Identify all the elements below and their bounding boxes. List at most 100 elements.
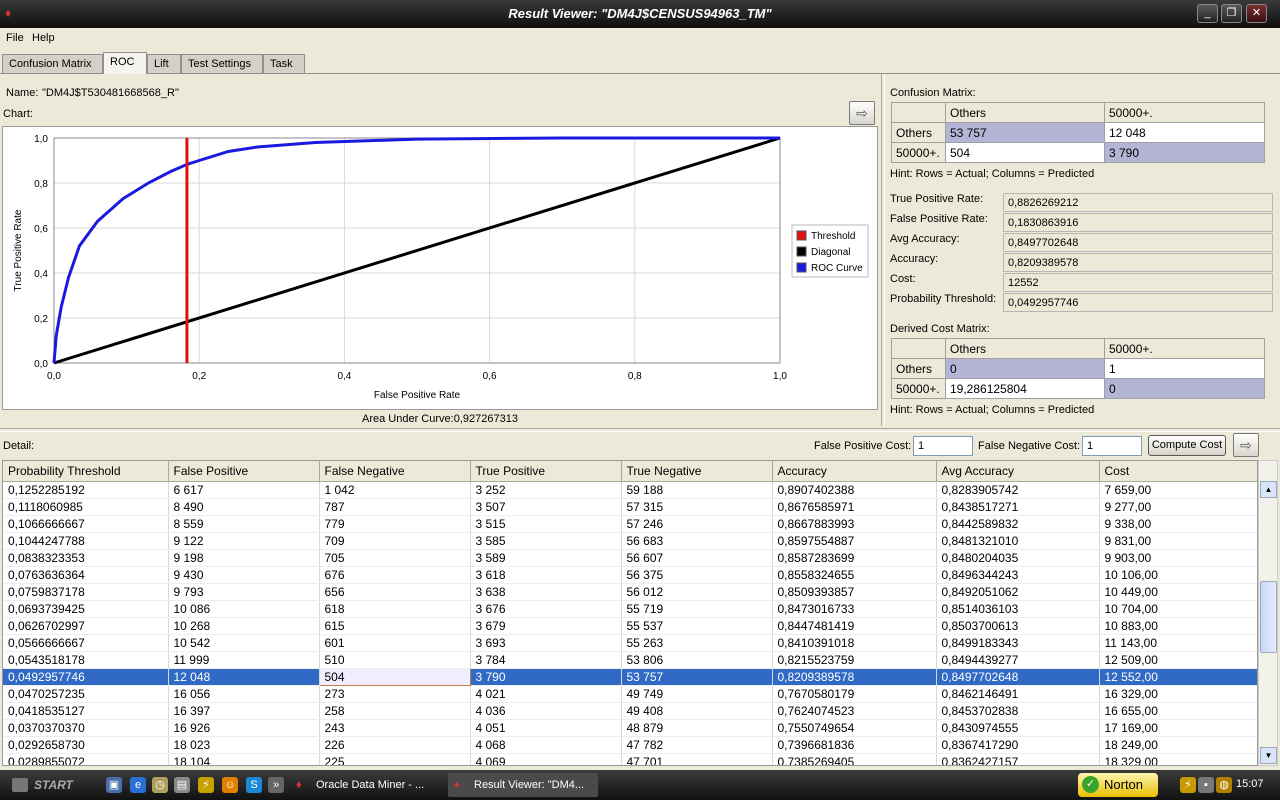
tab-lift[interactable]: Lift <box>147 54 181 73</box>
table-cell[interactable]: 55 263 <box>621 634 773 652</box>
table-cell[interactable]: 225 <box>319 753 471 765</box>
table-cell[interactable]: 3 638 <box>470 583 622 601</box>
folder-icon[interactable]: ▤ <box>174 777 190 793</box>
table-cell[interactable]: 53 806 <box>621 651 773 669</box>
cost-cell[interactable]: 0 <box>945 358 1105 379</box>
table-cell[interactable]: 0,0370370370 <box>3 719 169 737</box>
table-cell[interactable]: 10 086 <box>168 600 320 618</box>
table-cell[interactable]: 18 104 <box>168 753 320 765</box>
tray-flash-icon[interactable]: ⚡ <box>1180 777 1196 793</box>
table-cell[interactable]: 16 056 <box>168 685 320 703</box>
table-cell[interactable]: 618 <box>319 600 471 618</box>
table-cell[interactable]: 787 <box>319 498 471 516</box>
table-cell[interactable]: 0,1252285192 <box>3 481 169 499</box>
table-cell[interactable]: 18 023 <box>168 736 320 754</box>
table-cell[interactable]: 0,8494439277 <box>936 651 1100 669</box>
table-cell[interactable]: 0,8473016733 <box>772 600 937 618</box>
table-cell[interactable]: 0,8430974555 <box>936 719 1100 737</box>
tab-test-settings[interactable]: Test Settings <box>181 54 263 73</box>
table-row[interactable]: 0,0492957746 12 048 504 3 790 53 757 0,820938… <box>3 667 1257 686</box>
table-cell[interactable]: 0,7550749654 <box>772 719 937 737</box>
table-cell[interactable]: 0,8503700613 <box>936 617 1100 635</box>
desktop-icon[interactable]: ▣ <box>106 777 122 793</box>
column-header[interactable]: Accuracy <box>772 461 937 482</box>
table-row[interactable]: 0,1252285192 6 617 1 042 3 252 59 188 0,89074… <box>3 481 1257 499</box>
column-header[interactable]: Avg Accuracy <box>936 461 1100 482</box>
table-cell[interactable]: 49 749 <box>621 685 773 703</box>
table-cell[interactable]: 4 068 <box>470 736 622 754</box>
table-cell[interactable]: 9 338,00 <box>1099 515 1257 533</box>
table-cell[interactable]: 11 143,00 <box>1099 634 1257 652</box>
start-button[interactable]: START <box>0 770 96 800</box>
table-cell[interactable]: 0,0566666667 <box>3 634 169 652</box>
table-row[interactable]: 0,1066666667 8 559 779 3 515 57 246 0,8667883… <box>3 515 1257 533</box>
table-cell[interactable]: 9 198 <box>168 549 320 567</box>
table-cell[interactable]: 56 375 <box>621 566 773 584</box>
menu-file[interactable]: File <box>6 32 24 44</box>
table-cell[interactable]: 3 679 <box>470 617 622 635</box>
table-row[interactable]: 0,0763636364 9 430 676 3 618 56 375 0,8558324… <box>3 566 1257 584</box>
table-cell[interactable]: 0,0693739425 <box>3 600 169 618</box>
table-cell[interactable]: 0,7385269405 <box>772 753 937 765</box>
cost-cell[interactable]: 0 <box>1104 378 1265 399</box>
table-cell[interactable]: 1 042 <box>319 481 471 499</box>
table-cell[interactable]: 4 051 <box>470 719 622 737</box>
table-row[interactable]: 0,0759837178 9 793 656 3 638 56 012 0,8509393… <box>3 583 1257 601</box>
table-cell[interactable]: 709 <box>319 532 471 550</box>
table-cell[interactable]: 18 329,00 <box>1099 753 1257 765</box>
table-cell[interactable]: 0,8362427157 <box>936 753 1100 765</box>
table-cell[interactable]: 4 036 <box>470 702 622 720</box>
table-cell[interactable]: 0,0543518178 <box>3 651 169 669</box>
table-cell[interactable]: 0,8558324655 <box>772 566 937 584</box>
table-row[interactable]: 0,0470257235 16 056 273 4 021 49 749 0,767058… <box>3 685 1257 703</box>
table-cell[interactable]: 3 618 <box>470 566 622 584</box>
table-row[interactable]: 0,0370370370 16 926 243 4 051 48 879 0,755074… <box>3 719 1257 737</box>
table-cell[interactable]: 0,8497702648 <box>936 668 1100 686</box>
table-cell[interactable]: 10 268 <box>168 617 320 635</box>
table-cell[interactable]: 258 <box>319 702 471 720</box>
table-cell[interactable]: 0,7670580179 <box>772 685 937 703</box>
table-cell[interactable]: 16 397 <box>168 702 320 720</box>
detail-scrollbar[interactable]: ▲ ▼ <box>1258 460 1278 766</box>
extra-icon[interactable]: » <box>268 777 284 793</box>
table-cell[interactable]: 4 021 <box>470 685 622 703</box>
table-cell[interactable]: 0,0763636364 <box>3 566 169 584</box>
table-cell[interactable]: 10 449,00 <box>1099 583 1257 601</box>
table-row[interactable]: 0,0838323353 9 198 705 3 589 56 607 0,8587283… <box>3 549 1257 567</box>
table-cell[interactable]: 0,1044247788 <box>3 532 169 550</box>
table-cell[interactable]: 9 903,00 <box>1099 549 1257 567</box>
table-cell[interactable]: 0,8514036103 <box>936 600 1100 618</box>
cost-cell[interactable]: 1 <box>1104 358 1265 379</box>
table-cell[interactable]: 47 701 <box>621 753 773 765</box>
table-cell[interactable]: 0,8481321010 <box>936 532 1100 550</box>
table-cell[interactable]: 56 012 <box>621 583 773 601</box>
table-cell[interactable]: 3 693 <box>470 634 622 652</box>
export-chart-button[interactable]: ⇨ <box>849 101 875 125</box>
table-cell[interactable]: 9 277,00 <box>1099 498 1257 516</box>
export-detail-button[interactable]: ⇨ <box>1233 433 1259 457</box>
compute-cost-button[interactable]: Compute Cost <box>1148 435 1226 456</box>
column-header[interactable]: True Positive <box>470 461 622 482</box>
table-cell[interactable]: 3 252 <box>470 481 622 499</box>
table-cell[interactable]: 0,8499183343 <box>936 634 1100 652</box>
table-cell[interactable]: 0,8480204035 <box>936 549 1100 567</box>
table-cell[interactable]: 11 999 <box>168 651 320 669</box>
maximize-button[interactable]: ❐ <box>1221 4 1242 23</box>
table-cell[interactable]: 12 048 <box>168 668 320 686</box>
table-cell[interactable]: 3 515 <box>470 515 622 533</box>
table-cell[interactable]: 0,8509393857 <box>772 583 937 601</box>
table-cell[interactable]: 57 246 <box>621 515 773 533</box>
table-cell[interactable]: 56 683 <box>621 532 773 550</box>
minimize-button[interactable]: _ <box>1197 4 1218 23</box>
table-cell[interactable]: 49 408 <box>621 702 773 720</box>
column-header[interactable]: False Positive <box>168 461 320 482</box>
table-cell[interactable]: 12 552,00 <box>1099 668 1257 686</box>
table-cell[interactable]: 0,0492957746 <box>3 668 169 686</box>
column-header[interactable]: True Negative <box>621 461 773 482</box>
table-cell[interactable]: 0,8462146491 <box>936 685 1100 703</box>
table-cell[interactable]: 16 329,00 <box>1099 685 1257 703</box>
table-row[interactable]: 0,0693739425 10 086 618 3 676 55 719 0,847301… <box>3 600 1257 618</box>
table-cell[interactable]: 0,8215523759 <box>772 651 937 669</box>
table-row[interactable]: 0,0418535127 16 397 258 4 036 49 408 0,762407… <box>3 702 1257 720</box>
fn-cost-input[interactable]: 1 <box>1082 436 1142 456</box>
